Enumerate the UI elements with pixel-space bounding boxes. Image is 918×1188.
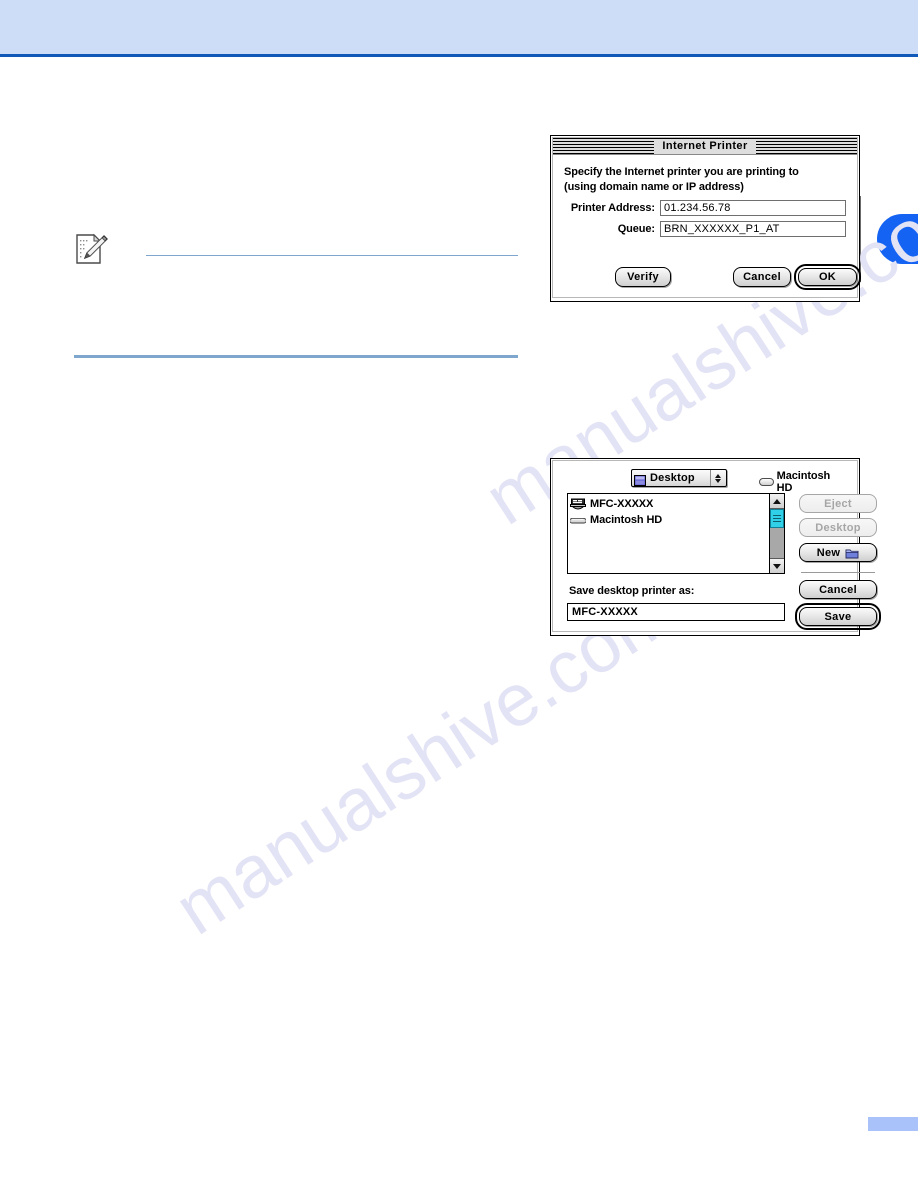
save-as-label: Save desktop printer as: <box>569 585 695 597</box>
internet-printer-dialog: Internet Printer Specify the Internet pr… <box>550 135 861 302</box>
dialog-body: Specify the Internet printer you are pri… <box>553 156 857 237</box>
page-header-band <box>0 0 918 54</box>
page-header-rule <box>0 54 918 57</box>
hard-disk-icon <box>569 514 587 527</box>
desktop-icon <box>634 473 646 486</box>
chevron-updown-icon <box>710 470 724 486</box>
location-popup-label: Desktop <box>650 472 695 484</box>
folder-icon <box>845 547 859 559</box>
note-rule-top <box>146 255 518 256</box>
save-button[interactable]: Save <box>799 607 877 626</box>
page-number-box <box>868 1117 918 1131</box>
list-item-label: MFC-XXXXX <box>590 498 654 510</box>
scrollbar-thumb[interactable] <box>770 509 784 528</box>
prompt-line-2: (using domain name or IP address) <box>564 181 744 193</box>
dialog-inner-frame: Internet Printer Specify the Internet pr… <box>552 137 861 298</box>
note-pencil-icon <box>74 232 108 266</box>
printer-icon <box>570 498 586 511</box>
printer-address-row: Printer Address: <box>564 200 846 216</box>
dialog-title: Internet Printer <box>654 138 756 154</box>
note-rule-bottom <box>74 355 518 358</box>
queue-input[interactable] <box>660 221 846 237</box>
current-volume-label: Macintosh HD <box>776 470 831 494</box>
dialog-body: Desktop Macintosh HD MFC-XXXXX Macintosh… <box>553 461 881 631</box>
queue-label: Queue: <box>617 223 655 235</box>
location-popup-menu[interactable]: Desktop <box>631 469 727 487</box>
button-group-divider <box>801 572 875 573</box>
hard-disk-icon <box>759 478 774 486</box>
cancel-button[interactable]: Cancel <box>799 580 877 599</box>
save-as-input[interactable] <box>567 603 785 621</box>
file-list-items: MFC-XXXXX Macintosh HD <box>568 494 769 573</box>
dialog-button-row: Verify Cancel OK <box>553 264 861 290</box>
location-row: Desktop Macintosh HD <box>563 469 847 494</box>
printer-address-input[interactable] <box>660 200 846 216</box>
scroll-down-arrow-icon[interactable] <box>770 558 784 573</box>
scroll-up-arrow-icon[interactable] <box>770 494 784 509</box>
ok-button[interactable]: OK <box>798 268 857 286</box>
list-item[interactable]: Macintosh HD <box>569 512 769 528</box>
dialog-title-bar: Internet Printer <box>553 138 857 155</box>
current-volume: Macintosh HD <box>759 470 847 494</box>
verify-button[interactable]: Verify <box>615 267 671 287</box>
prompt-line-1: Specify the Internet printer you are pri… <box>564 166 799 178</box>
scrollbar-track[interactable] <box>770 509 784 558</box>
new-folder-button[interactable]: New <box>799 543 877 562</box>
printer-address-label: Printer Address: <box>570 202 655 214</box>
list-item-label: Macintosh HD <box>590 514 663 526</box>
cancel-button[interactable]: Cancel <box>733 267 791 287</box>
desktop-button[interactable]: Desktop <box>799 518 877 537</box>
dialog-inner-frame: Desktop Macintosh HD MFC-XXXXX Macintosh… <box>552 460 881 632</box>
new-folder-button-label: New <box>816 546 841 559</box>
eject-button[interactable]: Eject <box>799 494 877 513</box>
file-browser-list[interactable]: MFC-XXXXX Macintosh HD <box>567 493 785 574</box>
save-desktop-printer-dialog: Desktop Macintosh HD MFC-XXXXX Macintosh… <box>550 458 881 636</box>
queue-row: Queue: <box>564 221 846 237</box>
list-item[interactable]: MFC-XXXXX <box>570 496 769 512</box>
chapter-tab <box>877 214 918 264</box>
list-scrollbar[interactable] <box>769 494 784 573</box>
